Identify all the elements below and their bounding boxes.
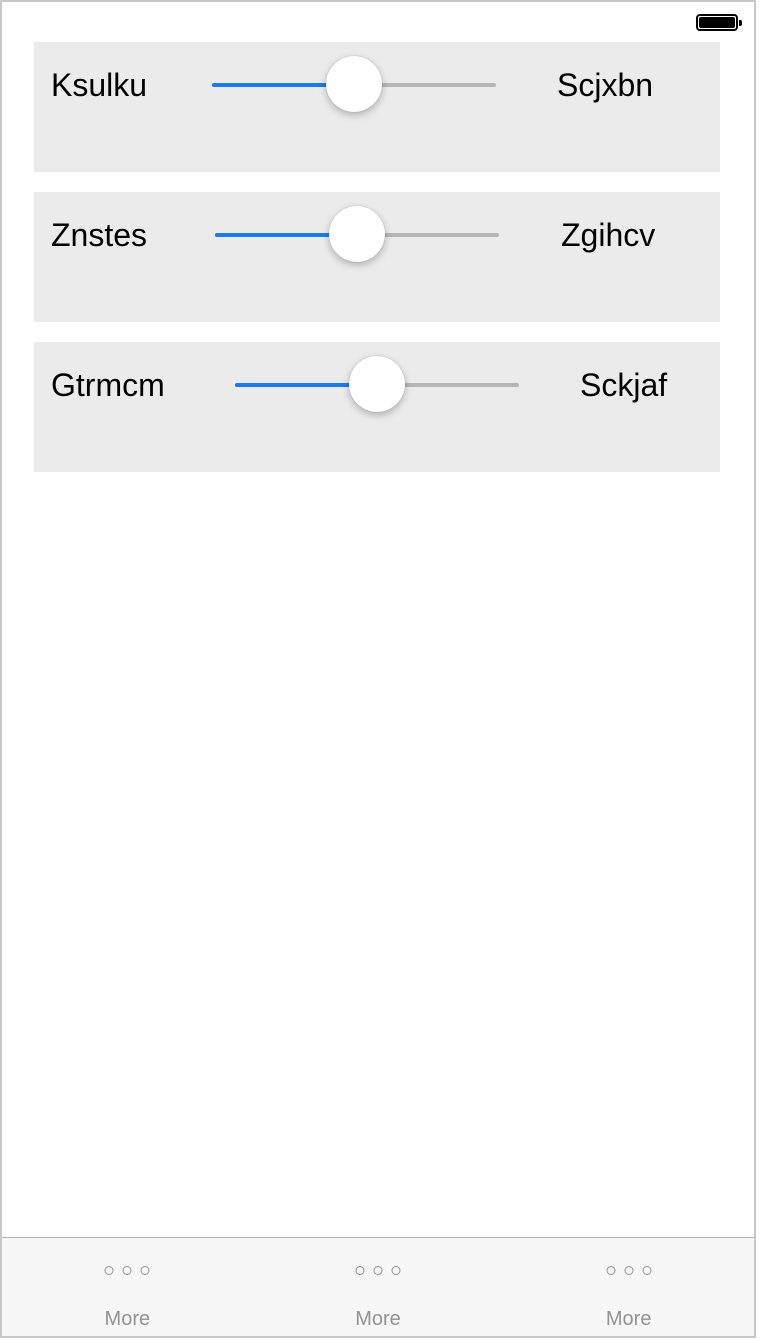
slider[interactable]: [235, 356, 519, 412]
slider-min-label: Gtrmcm: [51, 367, 165, 403]
tab-label: More: [605, 1308, 652, 1330]
slider-row-1: Ksulku Scjxbn: [34, 42, 720, 172]
more-dots-icon: [104, 1266, 150, 1275]
tab-label: More: [104, 1308, 151, 1330]
slider-thumb[interactable]: [326, 56, 382, 112]
slider[interactable]: [212, 56, 496, 112]
battery-icon: [696, 14, 742, 31]
slider-thumb[interactable]: [349, 356, 405, 412]
tab-label: More: [355, 1308, 401, 1330]
tab-more-2[interactable]: More: [253, 1238, 504, 1336]
slider-min-label: Ksulku: [51, 67, 148, 103]
slider-min-label: Znstes: [51, 217, 148, 253]
battery-tip: [739, 20, 742, 26]
device-screen: Ksulku Scjxbn Znstes Zgihcv Gtrmcm Sckja…: [0, 0, 756, 1338]
slider-thumb[interactable]: [329, 206, 385, 262]
more-dots-icon: [355, 1266, 401, 1275]
tab-more-3[interactable]: More: [503, 1238, 754, 1336]
slider-row-3: Gtrmcm Sckjaf: [34, 342, 720, 472]
more-dots-icon: [606, 1266, 652, 1275]
slider-max-label: Scjxbn: [557, 67, 654, 103]
slider-row-2: Znstes Zgihcv: [34, 192, 720, 322]
slider-max-label: Zgihcv: [561, 217, 656, 253]
status-bar: [2, 2, 754, 42]
tab-more-1[interactable]: More: [2, 1238, 253, 1336]
tab-bar: More More More: [2, 1237, 754, 1336]
battery-fill: [699, 17, 735, 28]
slider-max-label: Sckjaf: [580, 367, 668, 403]
slider[interactable]: [215, 206, 499, 262]
